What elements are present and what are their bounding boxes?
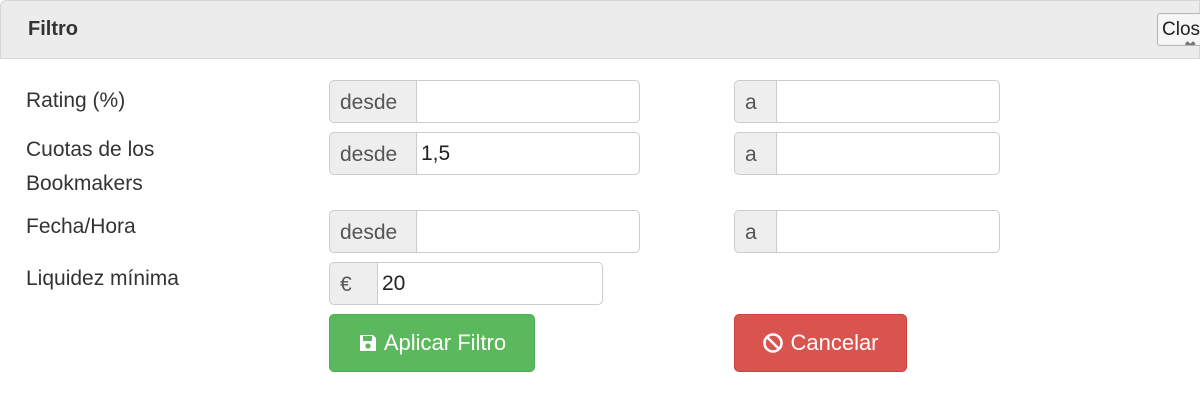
rating-to-group: a — [734, 80, 1000, 123]
odds-from-input[interactable] — [416, 132, 640, 175]
close-icon: ✖ — [1184, 38, 1197, 45]
odds-to-addon: a — [734, 132, 776, 175]
close-button-label: Close — [1162, 19, 1200, 40]
apply-filter-button[interactable]: Aplicar Filtro — [329, 314, 535, 372]
rating-from-input[interactable] — [416, 80, 640, 123]
apply-filter-label: Aplicar Filtro — [383, 330, 507, 355]
odds-from-group: desde — [329, 132, 640, 175]
floppy-disk-icon — [358, 333, 378, 353]
liquidity-group: € — [329, 262, 603, 305]
datetime-to-input[interactable] — [776, 210, 1000, 253]
datetime-from-group: desde — [329, 210, 640, 253]
datetime-label: Fecha/Hora — [26, 215, 136, 238]
odds-to-input[interactable] — [776, 132, 1000, 175]
liquidity-input[interactable] — [377, 262, 603, 305]
odds-to-group: a — [734, 132, 1000, 175]
datetime-from-input[interactable] — [416, 210, 640, 253]
rating-label: Rating (%) — [26, 89, 126, 112]
liquidity-label: Liquidez mínima — [26, 267, 179, 290]
rating-to-addon: a — [734, 80, 776, 123]
cancel-label: Cancelar — [790, 330, 879, 355]
datetime-to-group: a — [734, 210, 1000, 253]
cancel-button[interactable]: Cancelar — [734, 314, 907, 372]
odds-from-addon: desde — [329, 132, 416, 175]
rating-from-addon: desde — [329, 80, 416, 123]
ban-icon — [762, 332, 784, 354]
odds-label: Cuotas de los Bookmakers — [26, 138, 155, 195]
dialog-header: Filtro Close ✖ — [0, 0, 1200, 59]
datetime-to-addon: a — [734, 210, 776, 253]
rating-from-group: desde — [329, 80, 640, 123]
dialog-title: Filtro — [28, 18, 78, 40]
close-button[interactable]: Close ✖ — [1157, 13, 1200, 46]
currency-addon: € — [329, 262, 377, 305]
datetime-from-addon: desde — [329, 210, 416, 253]
rating-to-input[interactable] — [776, 80, 1000, 123]
